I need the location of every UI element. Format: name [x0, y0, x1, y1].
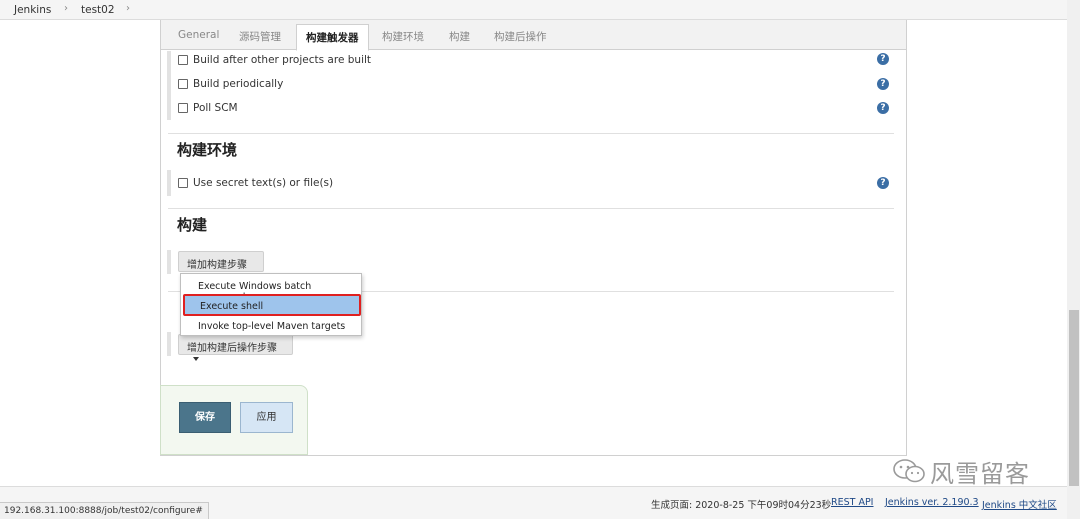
- add-build-step-label: 增加构建步骤: [187, 260, 247, 271]
- checkbox[interactable]: [178, 178, 188, 188]
- section-indent-bar: [167, 250, 171, 274]
- help-icon[interactable]: ?: [877, 102, 889, 114]
- scrollbar-thumb[interactable]: [1069, 310, 1079, 486]
- wechat-icon: [893, 459, 925, 483]
- breadcrumb: Jenkins › test02 ›: [0, 0, 1080, 20]
- checkbox[interactable]: [178, 79, 188, 89]
- help-icon[interactable]: ?: [877, 177, 889, 189]
- section-indent-bar: [167, 170, 171, 196]
- build-title: 构建: [177, 216, 208, 234]
- watermark-text: 风雪留客: [930, 459, 1030, 488]
- checkbox[interactable]: [178, 103, 188, 113]
- section-indent-bar: [167, 51, 171, 120]
- menu-item-maven-targets[interactable]: Invoke top-level Maven targets: [181, 316, 361, 335]
- jenkins-version-link[interactable]: Jenkins ver. 2.190.3: [885, 497, 979, 508]
- trigger-row[interactable]: Poll SCM: [178, 101, 238, 115]
- tab-build[interactable]: 构建: [449, 29, 470, 44]
- menu-item-windows-batch[interactable]: Execute Windows batch command: [181, 276, 361, 303]
- tab-post-build[interactable]: 构建后操作: [494, 29, 547, 44]
- trigger-row[interactable]: Build after other projects are built: [178, 53, 371, 67]
- apply-button[interactable]: 应用: [240, 402, 293, 433]
- add-build-step-button[interactable]: 增加构建步骤: [178, 251, 264, 278]
- tab-general[interactable]: General: [178, 29, 219, 41]
- breadcrumb-test02[interactable]: test02: [81, 4, 115, 16]
- build-env-option[interactable]: Use secret text(s) or file(s): [178, 176, 333, 190]
- add-post-build-step-label: 增加构建后操作步骤: [187, 343, 277, 354]
- status-bar-url: 192.168.31.100:8888/job/test02/configure…: [0, 502, 209, 519]
- chevron-right-icon[interactable]: ›: [126, 3, 130, 14]
- jenkins-community-link[interactable]: Jenkins 中文社区: [982, 497, 1057, 511]
- breadcrumb-jenkins[interactable]: Jenkins: [14, 4, 51, 16]
- chevron-right-icon[interactable]: ›: [64, 3, 68, 14]
- build-env-label: Use secret text(s) or file(s): [193, 177, 334, 189]
- caret-down-icon: [193, 357, 199, 361]
- build-env-title: 构建环境: [177, 141, 238, 159]
- trigger-label: Build after other projects are built: [193, 54, 372, 66]
- help-icon[interactable]: ?: [877, 78, 889, 90]
- page-generated-time: 生成页面: 2020-8-25 下午09时04分23秒: [651, 500, 832, 511]
- trigger-label: Poll SCM: [193, 102, 238, 114]
- watermark: 风雪留客: [892, 454, 1030, 488]
- add-post-build-step-button[interactable]: 增加构建后操作步骤: [178, 334, 293, 361]
- tab-build-environment[interactable]: 构建环境: [382, 29, 424, 44]
- checkbox[interactable]: [178, 55, 188, 65]
- section-divider: [168, 133, 894, 134]
- save-button[interactable]: 保存: [179, 402, 231, 433]
- trigger-row[interactable]: Build periodically: [178, 77, 283, 91]
- build-step-menu: Execute Windows batch command Execute sh…: [180, 273, 362, 336]
- tab-build-triggers[interactable]: 构建触发器: [296, 24, 369, 51]
- trigger-label: Build periodically: [193, 78, 284, 90]
- rest-api-link[interactable]: REST API: [831, 497, 874, 508]
- tab-source-code[interactable]: 源码管理: [239, 29, 281, 44]
- help-icon[interactable]: ?: [877, 53, 889, 65]
- section-indent-bar: [167, 332, 171, 356]
- menu-item-execute-shell[interactable]: Execute shell: [183, 294, 361, 316]
- section-divider: [168, 208, 894, 209]
- config-tabs: General 源码管理 构建触发器 构建环境 构建 构建后操作: [161, 20, 906, 51]
